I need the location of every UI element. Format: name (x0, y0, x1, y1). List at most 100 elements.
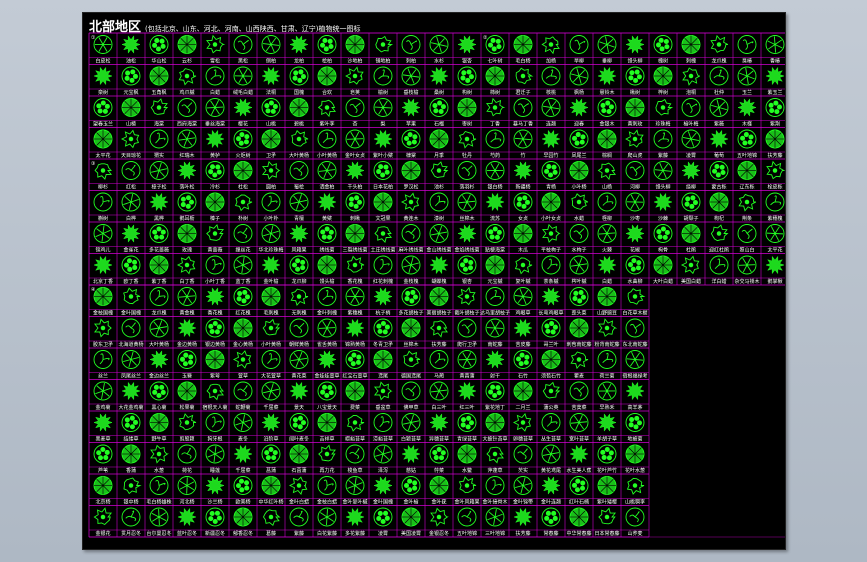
plant-symbol[interactable] (373, 318, 393, 338)
plant-symbol[interactable] (738, 193, 757, 212)
plant-symbol[interactable] (737, 161, 757, 180)
plant-symbol[interactable] (570, 351, 589, 370)
plant-symbol[interactable] (317, 192, 337, 212)
plant-symbol[interactable] (93, 381, 113, 401)
plant-symbol[interactable] (177, 507, 197, 527)
plant-symbol[interactable] (373, 507, 393, 527)
plant-symbol[interactable] (653, 66, 673, 86)
plant-symbol[interactable] (233, 507, 253, 527)
plant-symbol[interactable] (485, 413, 505, 432)
plant-symbol[interactable] (289, 350, 309, 369)
plant-symbol[interactable] (289, 161, 309, 180)
plant-symbol[interactable] (737, 98, 757, 117)
plant-symbol[interactable] (653, 161, 673, 180)
plant-symbol[interactable] (233, 129, 253, 149)
plant-symbol[interactable] (430, 507, 449, 527)
plant-symbol[interactable] (457, 98, 477, 117)
plant-symbol[interactable] (597, 476, 617, 495)
plant-symbol[interactable] (93, 98, 113, 117)
plant-symbol[interactable] (261, 224, 281, 243)
plant-symbol[interactable] (513, 224, 533, 243)
plant-symbol[interactable] (569, 35, 589, 54)
plant-symbol[interactable] (710, 224, 729, 242)
plant-symbol[interactable] (289, 98, 309, 117)
plant-symbol[interactable] (205, 444, 225, 464)
plant-symbol[interactable] (149, 192, 169, 212)
plant-symbol[interactable] (345, 66, 364, 85)
plant-symbol[interactable] (625, 129, 644, 148)
plant-symbol[interactable] (485, 129, 505, 149)
plant-symbol[interactable] (317, 507, 337, 527)
plant-symbol[interactable] (457, 350, 477, 369)
plant-symbol[interactable] (765, 224, 785, 243)
plant-symbol[interactable] (318, 444, 337, 462)
plant-symbol[interactable] (93, 129, 113, 149)
plant-symbol[interactable] (401, 507, 421, 527)
plant-symbol[interactable] (233, 255, 253, 275)
plant-symbol[interactable] (205, 413, 225, 432)
plant-symbol[interactable] (121, 255, 141, 275)
plant-symbol[interactable] (625, 161, 645, 180)
plant-symbol[interactable] (541, 476, 561, 495)
plant-symbol[interactable] (149, 129, 169, 149)
plant-symbol[interactable] (485, 318, 505, 338)
plant-symbol[interactable] (597, 255, 617, 275)
plant-symbol[interactable] (625, 507, 645, 527)
plant-symbol[interactable] (177, 381, 197, 401)
plant-symbol[interactable] (681, 35, 701, 54)
plant-symbol[interactable] (401, 287, 421, 306)
plant-symbol[interactable] (485, 66, 505, 86)
plant-symbol[interactable] (569, 66, 589, 86)
plant-symbol[interactable] (597, 162, 617, 181)
plant-symbol[interactable] (513, 444, 533, 464)
plant-symbol[interactable] (317, 476, 337, 495)
plant-symbol[interactable] (401, 476, 421, 495)
plant-symbol[interactable] (177, 444, 197, 464)
plant-symbol[interactable] (373, 66, 393, 86)
plant-symbol[interactable] (429, 66, 449, 86)
plant-symbol[interactable] (625, 35, 645, 54)
plant-symbol[interactable] (94, 163, 113, 180)
plant-symbol[interactable] (709, 192, 729, 212)
plant-symbol[interactable] (485, 350, 505, 369)
plant-symbol[interactable] (373, 161, 393, 180)
plant-symbol[interactable] (653, 224, 673, 243)
plant-symbol[interactable] (149, 66, 169, 86)
plant-symbol[interactable] (149, 381, 169, 401)
plant-symbol[interactable] (485, 507, 505, 527)
plant-symbol[interactable] (429, 381, 449, 401)
plant-symbol[interactable] (233, 35, 253, 54)
plant-symbol[interactable] (625, 224, 645, 243)
plant-symbol[interactable] (121, 413, 141, 432)
plant-symbol[interactable] (262, 318, 281, 336)
plant-symbol[interactable] (317, 99, 337, 118)
plant-symbol[interactable] (289, 66, 309, 86)
plant-symbol[interactable] (262, 509, 281, 527)
plant-symbol[interactable] (205, 318, 225, 338)
plant-symbol[interactable] (681, 98, 701, 117)
plant-symbol[interactable] (710, 34, 729, 53)
plant-symbol[interactable] (373, 192, 393, 212)
plant-symbol[interactable] (457, 255, 477, 275)
plant-symbol[interactable] (709, 66, 729, 86)
plant-symbol[interactable] (261, 255, 281, 275)
plant-symbol[interactable] (653, 129, 673, 149)
plant-symbol[interactable] (93, 287, 113, 306)
plant-symbol[interactable] (261, 350, 281, 369)
plant-symbol[interactable] (261, 35, 281, 54)
plant-symbol[interactable] (485, 161, 505, 180)
plant-symbol[interactable] (541, 444, 561, 464)
plant-symbol[interactable] (457, 413, 477, 432)
plant-symbol[interactable] (403, 350, 421, 368)
plant-symbol[interactable] (541, 36, 560, 55)
plant-symbol[interactable] (429, 192, 449, 212)
plant-symbol[interactable] (485, 255, 505, 275)
plant-symbol[interactable] (123, 477, 142, 495)
plant-symbol[interactable] (289, 444, 309, 464)
plant-symbol[interactable] (121, 350, 141, 369)
plant-symbol[interactable] (233, 66, 253, 86)
plant-symbol[interactable] (177, 476, 197, 495)
plant-symbol[interactable] (317, 287, 337, 306)
plant-symbol[interactable] (625, 444, 645, 464)
plant-symbol[interactable] (261, 413, 281, 432)
